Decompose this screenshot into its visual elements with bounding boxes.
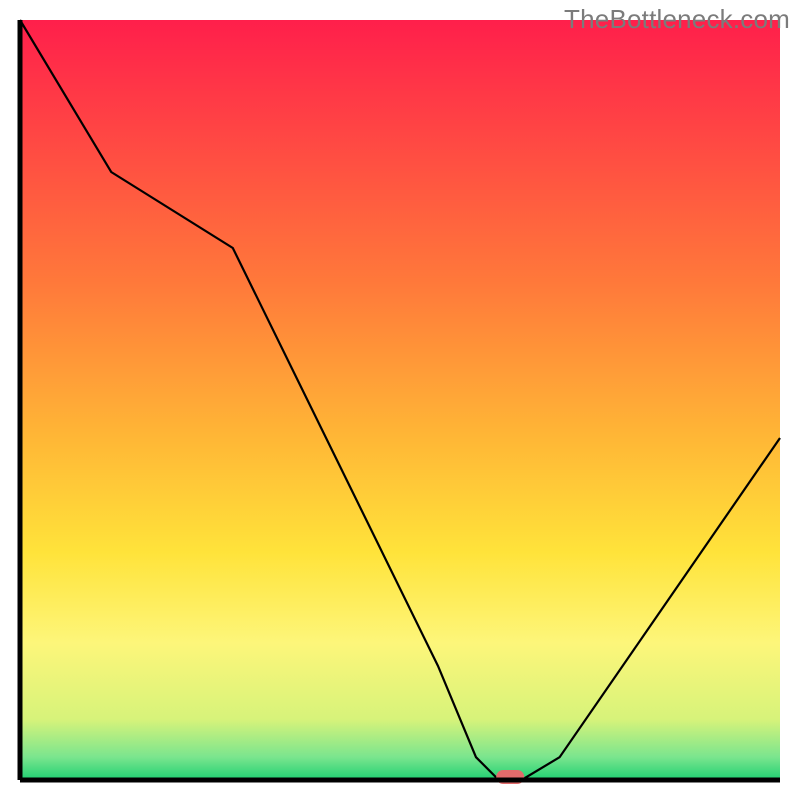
plot-area bbox=[20, 20, 780, 784]
gradient-background bbox=[20, 20, 780, 780]
watermark-label: TheBottleneck.com bbox=[564, 4, 790, 35]
chart-svg bbox=[0, 0, 800, 800]
bottleneck-chart: TheBottleneck.com bbox=[0, 0, 800, 800]
